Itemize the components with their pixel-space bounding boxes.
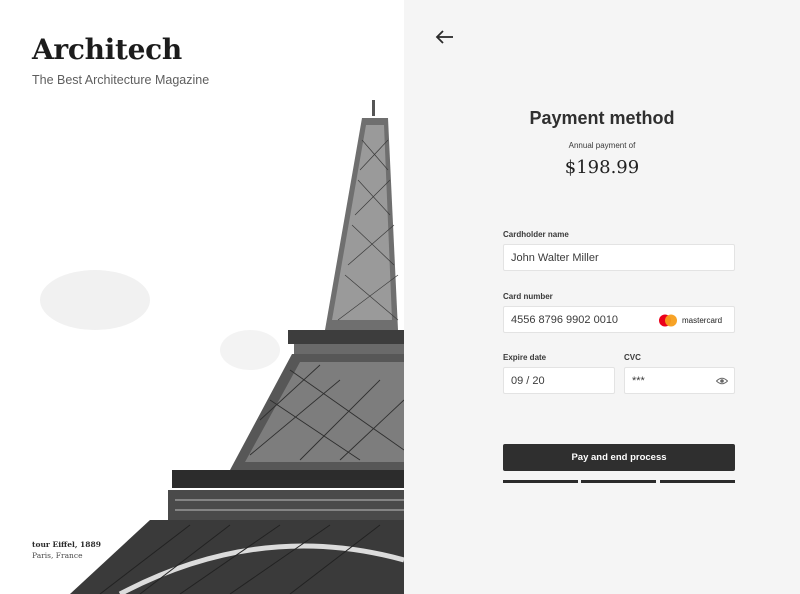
left-panel: Architech The Best Architecture Magazine… bbox=[0, 0, 404, 594]
magazine-tagline: The Best Architecture Magazine bbox=[32, 73, 210, 87]
page-title: Payment method bbox=[529, 108, 675, 128]
progress-step-3 bbox=[660, 480, 735, 483]
photo-caption-title: tour Eiffel, 1889 bbox=[32, 540, 101, 549]
payment-panel: Payment method Annual payment of $198.99… bbox=[404, 0, 800, 594]
expire-date-field[interactable] bbox=[503, 367, 615, 394]
pay-button[interactable]: Pay and end process bbox=[503, 444, 735, 471]
card-brand: mastercard bbox=[658, 313, 722, 327]
progress-step-2 bbox=[581, 480, 656, 483]
magazine-logo: Architech bbox=[32, 33, 182, 66]
card-number-label: Card number bbox=[503, 292, 553, 301]
card-brand-label: mastercard bbox=[682, 315, 723, 325]
cardholder-label: Cardholder name bbox=[503, 230, 569, 239]
cvc-label: CVC bbox=[624, 353, 641, 362]
payment-subtitle: Annual payment of bbox=[568, 141, 636, 150]
progress-step-1 bbox=[503, 480, 578, 483]
expire-date-label: Expire date bbox=[503, 353, 547, 362]
mastercard-logo-icon bbox=[659, 314, 677, 326]
eiffel-tower-photo bbox=[40, 100, 404, 594]
cardholder-name-field[interactable] bbox=[503, 244, 735, 271]
arrow-left-icon[interactable] bbox=[434, 26, 456, 48]
payment-amount: $198.99 bbox=[564, 157, 640, 178]
photo-caption-location: Paris, France bbox=[32, 551, 83, 560]
eye-icon[interactable] bbox=[716, 375, 728, 387]
